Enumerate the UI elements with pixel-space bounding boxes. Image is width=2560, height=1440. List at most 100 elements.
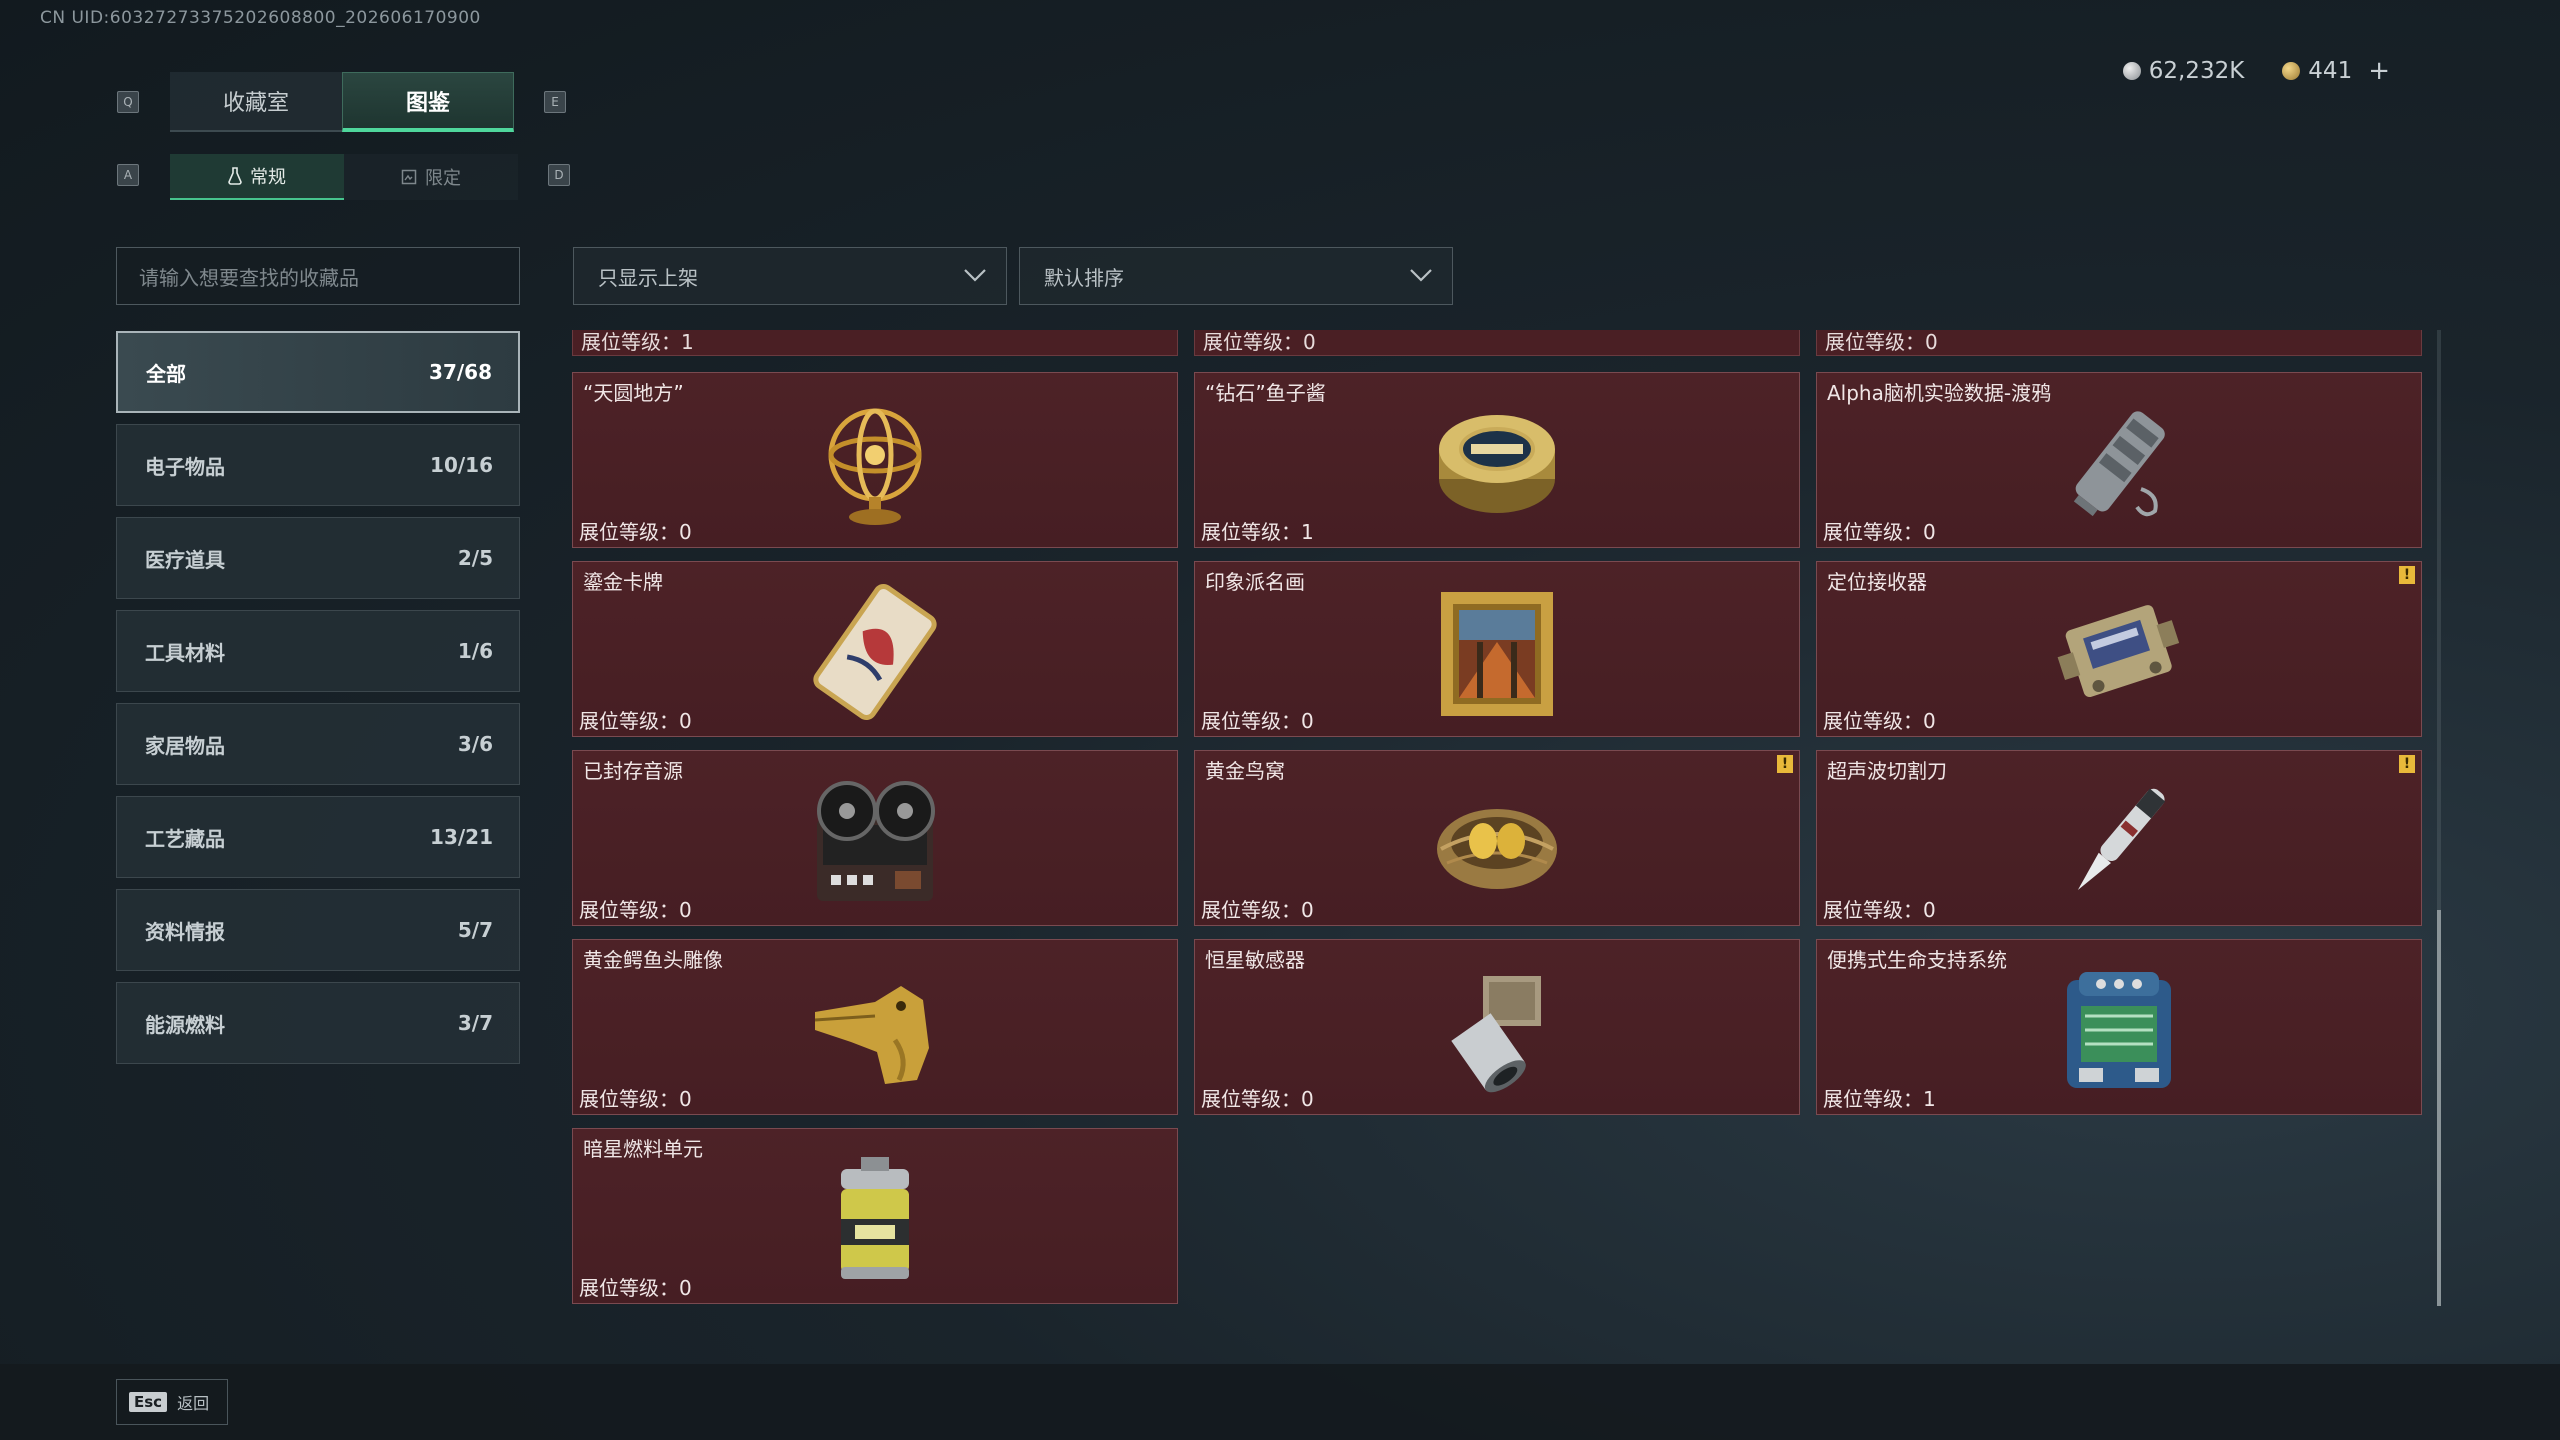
partial-card-level[interactable]: 展位等级：0	[1194, 330, 1800, 356]
sort-dropdown[interactable]: 默认排序	[1019, 247, 1453, 305]
category-label: 能源燃料	[145, 1012, 225, 1037]
tab-collection-room[interactable]: 收藏室	[170, 72, 342, 132]
category-intel[interactable]: 资料情报 5/7	[116, 889, 520, 971]
esc-key-icon: Esc	[129, 1392, 168, 1412]
category-count: 1/6	[457, 639, 493, 663]
sub-tabs: 常规 限定	[170, 154, 518, 200]
category-count: 3/7	[457, 1011, 493, 1035]
item-name: 便携式生命支持系统	[1827, 948, 2007, 972]
item-name: “钻石”鱼子酱	[1205, 381, 1326, 405]
warning-icon: !	[2399, 566, 2415, 584]
warning-icon: !	[2399, 755, 2415, 773]
gold-amount: 441	[2308, 58, 2353, 84]
collection-card[interactable]: 恒星敏感器 展位等级：0	[1194, 939, 1800, 1115]
item-name: 黄金鸟窝	[1205, 759, 1285, 783]
tab-regular-label: 常规	[250, 167, 286, 188]
partial-card-level[interactable]: 展位等级：1	[572, 330, 1178, 356]
collection-card[interactable]: 暗星燃料单元 展位等级：0	[572, 1128, 1178, 1304]
collection-card[interactable]: 黄金鸟窝 ! 展位等级：0	[1194, 750, 1800, 926]
chevron-down-icon	[1410, 269, 1432, 282]
item-level: 展位等级：0	[1201, 898, 1314, 922]
item-name: 暗星燃料单元	[583, 1137, 703, 1161]
item-level: 展位等级：0	[579, 898, 692, 922]
back-button[interactable]: Esc 返回	[116, 1379, 228, 1425]
category-all[interactable]: 全部 37/68	[116, 331, 520, 413]
item-level: 展位等级：0	[579, 1276, 692, 1300]
star-sensor-icon	[1451, 976, 1541, 1093]
data-drive-icon	[2073, 411, 2165, 517]
crocodile-statue-icon	[814, 986, 929, 1084]
grid-scrollbar[interactable]	[2437, 330, 2441, 1306]
item-level: 展位等级：0	[579, 709, 692, 733]
collection-card[interactable]: 印象派名画 展位等级：0	[1194, 561, 1800, 737]
category-energy[interactable]: 能源燃料 3/7	[116, 982, 520, 1064]
category-household[interactable]: 家居物品 3/6	[116, 703, 520, 785]
chevron-down-icon	[964, 269, 986, 282]
tab-limited[interactable]: 限定	[344, 154, 518, 200]
category-count: 2/5	[457, 546, 493, 570]
category-electronics[interactable]: 电子物品 10/16	[116, 424, 520, 506]
item-name: 恒星敏感器	[1205, 948, 1305, 972]
category-count: 37/68	[429, 360, 492, 384]
add-currency-button[interactable]: +	[2368, 56, 2390, 86]
collection-card[interactable]: 鎏金卡牌 展位等级：0	[572, 561, 1178, 737]
footer-bar	[0, 1364, 2560, 1440]
category-tools[interactable]: 工具材料 1/6	[116, 610, 520, 692]
item-name: 已封存音源	[583, 759, 683, 783]
collection-card[interactable]: 已封存音源 展位等级：0	[572, 750, 1178, 926]
flask-icon	[228, 167, 242, 185]
d-key-hint[interactable]: D	[548, 164, 570, 186]
collection-card[interactable]: “天圆地方” 展位等级：0	[572, 372, 1178, 548]
item-level: 展位等级：0	[1201, 709, 1314, 733]
receiver-icon	[2057, 605, 2180, 697]
category-label: 工具材料	[145, 640, 225, 665]
item-name: 鎏金卡牌	[583, 570, 663, 594]
category-label: 工艺藏品	[145, 826, 225, 851]
collection-card[interactable]: Alpha脑机实验数据-渡鸦 展位等级：0	[1816, 372, 2422, 548]
silver-coin-icon	[2122, 62, 2141, 80]
collection-card[interactable]: 定位接收器 ! 展位等级：0	[1816, 561, 2422, 737]
tab-regular[interactable]: 常规	[170, 154, 344, 200]
armillary-sphere-icon	[828, 408, 922, 525]
item-level: 展位等级：0	[1201, 1087, 1314, 1111]
item-level: 展位等级：0	[1823, 520, 1936, 544]
collection-grid: 展位等级：1 展位等级：0 展位等级：0 “天圆地方” 展位等级：0 “钻石”鱼…	[572, 330, 2426, 1306]
caviar-tin-icon	[1439, 415, 1555, 513]
limited-icon	[401, 169, 417, 185]
shelf-filter-dropdown[interactable]: 只显示上架	[573, 247, 1007, 305]
tab-limited-label: 限定	[425, 168, 461, 189]
collection-card[interactable]: “钻石”鱼子酱 展位等级：1	[1194, 372, 1800, 548]
gold-coin-icon	[2282, 62, 2301, 80]
item-level: 展位等级：0	[1823, 709, 1936, 733]
shelf-filter-value: 只显示上架	[598, 265, 698, 290]
silver-currency: 62,232K	[2122, 58, 2244, 84]
painting-icon	[1441, 592, 1553, 716]
category-crafts[interactable]: 工艺藏品 13/21	[116, 796, 520, 878]
gold-currency[interactable]: 441 +	[2282, 56, 2390, 86]
item-level: 展位等级：0	[579, 520, 692, 544]
reel-recorder-icon	[817, 781, 935, 901]
collection-card[interactable]: 便携式生命支持系统 展位等级：1	[1816, 939, 2422, 1115]
tab-catalog[interactable]: 图鉴	[342, 72, 514, 132]
collection-card[interactable]: 超声波切割刀 ! 展位等级：0	[1816, 750, 2422, 926]
scrollbar-thumb[interactable]	[2437, 910, 2441, 1306]
collection-card[interactable]: 黄金鳄鱼头雕像 展位等级：0	[572, 939, 1178, 1115]
a-key-hint[interactable]: A	[117, 164, 139, 186]
item-level: 展位等级：0	[1823, 898, 1936, 922]
q-key-hint[interactable]: Q	[117, 91, 139, 113]
item-level: 展位等级：1	[1823, 1087, 1936, 1111]
category-medical[interactable]: 医疗道具 2/5	[116, 517, 520, 599]
search-input[interactable]: 请输入想要查找的收藏品	[116, 247, 520, 305]
category-label: 电子物品	[145, 454, 225, 479]
partial-card-level[interactable]: 展位等级：0	[1816, 330, 2422, 356]
category-count: 13/21	[430, 825, 493, 849]
category-label: 资料情报	[145, 919, 225, 944]
ultrasonic-knife-icon	[2077, 788, 2166, 891]
item-level: 展位等级：0	[579, 1087, 692, 1111]
search-placeholder: 请输入想要查找的收藏品	[139, 265, 359, 290]
back-label: 返回	[177, 1394, 210, 1413]
gold-card-icon	[813, 583, 937, 721]
uid-label: CN UID:60327273375202608800_202606170900	[40, 8, 481, 28]
e-key-hint[interactable]: E	[544, 91, 566, 113]
category-count: 5/7	[457, 918, 493, 942]
